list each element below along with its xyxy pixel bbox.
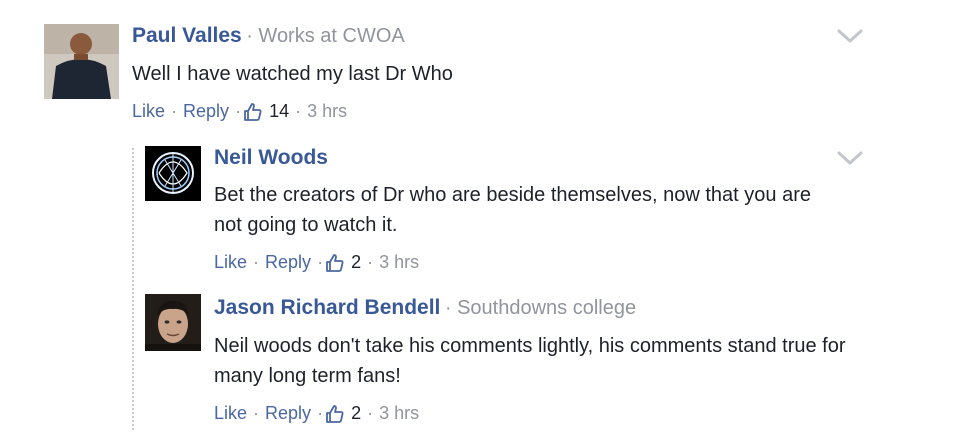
thumbs-up-icon <box>326 253 344 272</box>
like-count: 14 <box>269 101 290 121</box>
separator-dot: · <box>235 101 242 121</box>
author-name[interactable]: Neil Woods <box>214 146 328 169</box>
author-subtitle[interactable]: Southdowns college <box>457 297 636 319</box>
separator-dot: · <box>253 403 260 423</box>
chevron-down-icon[interactable] <box>837 150 863 171</box>
avatar[interactable] <box>145 146 201 201</box>
comment-neil-woods: Neil Woods Bet the creators of Dr who ar… <box>0 140 971 290</box>
avatar[interactable] <box>145 294 201 351</box>
like-count: 2 <box>351 252 362 272</box>
avatar[interactable] <box>44 24 119 99</box>
author-subtitle[interactable]: Works at CWOA <box>258 25 404 47</box>
comment-text: Bet the creators of Dr who are beside th… <box>214 184 811 236</box>
separator-dot: · <box>317 403 324 423</box>
comment-paul-valles: Paul Valles · Works at CWOA Well I have … <box>0 0 971 140</box>
timestamp[interactable]: 3 hrs <box>379 403 419 424</box>
author-name[interactable]: Jason Richard Bendell <box>214 296 440 319</box>
comment-text: Neil woods don't take his comments light… <box>214 335 846 387</box>
reply-link[interactable]: Reply <box>265 403 311 424</box>
like-count-button[interactable]: 14 <box>244 101 290 122</box>
separator-dot: · <box>317 252 324 272</box>
separator-dot: · <box>253 252 260 272</box>
separator-dot: · <box>295 101 302 121</box>
like-count: 2 <box>351 403 362 423</box>
comment-actions: Like · Reply · 2 · 3 hrs <box>214 403 419 424</box>
comment-actions: Like · Reply · 2 · 3 hrs <box>214 252 419 273</box>
like-count-button[interactable]: 2 <box>326 403 362 424</box>
reply-link[interactable]: Reply <box>183 101 229 122</box>
comment-header: Jason Richard Bendell · Southdowns colle… <box>214 296 636 320</box>
separator-dot: · <box>444 297 458 319</box>
like-count-button[interactable]: 2 <box>326 252 362 273</box>
separator-dot: · <box>367 252 374 272</box>
thumbs-up-icon <box>244 102 262 121</box>
like-link[interactable]: Like <box>214 252 247 273</box>
timestamp[interactable]: 3 hrs <box>379 252 419 273</box>
separator-dot: · <box>171 101 178 121</box>
separator-dot: · <box>367 403 374 423</box>
like-link[interactable]: Like <box>132 101 165 122</box>
author-name[interactable]: Paul Valles <box>132 24 242 47</box>
comment-jason-richard-bendell: Jason Richard Bendell · Southdowns colle… <box>0 290 971 444</box>
separator-dot: · <box>246 25 259 47</box>
like-link[interactable]: Like <box>214 403 247 424</box>
chevron-down-icon[interactable] <box>837 28 863 49</box>
comment-header: Paul Valles · Works at CWOA <box>132 24 405 48</box>
comment-actions: Like · Reply · 14 · 3 hrs <box>132 101 347 122</box>
reply-link[interactable]: Reply <box>265 252 311 273</box>
comment-header: Neil Woods <box>214 146 328 170</box>
comment-text: Well I have watched my last Dr Who <box>132 63 453 85</box>
thumbs-up-icon <box>326 404 344 423</box>
timestamp[interactable]: 3 hrs <box>307 101 347 122</box>
